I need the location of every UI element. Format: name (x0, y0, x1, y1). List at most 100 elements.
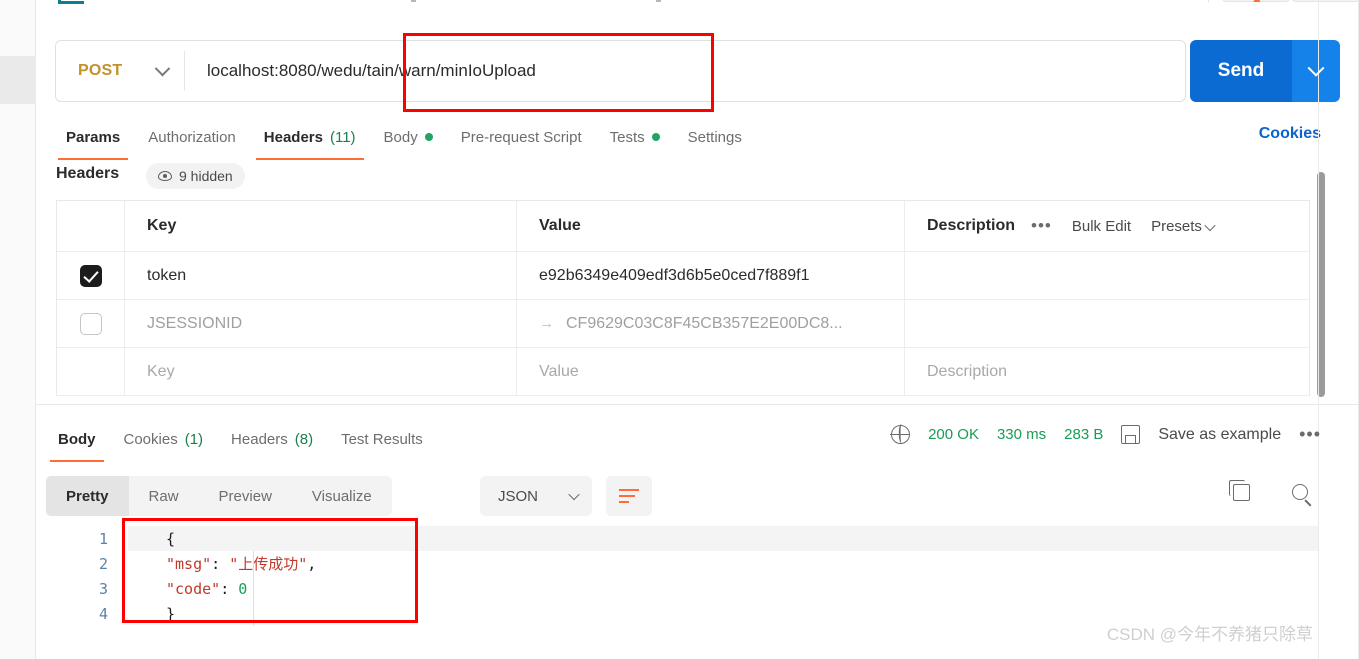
response-tab-headers[interactable]: Headers (8) (217, 422, 327, 456)
inherited-arrow-icon: → (539, 315, 554, 332)
save-as-example-button[interactable]: Save as example (1158, 426, 1281, 444)
format-tab-raw[interactable]: Raw (129, 476, 199, 516)
column-header-description-label: Description (927, 217, 1016, 234)
row-value-text: CF9629C03C8F45CB357E2E00DC8... (566, 314, 843, 332)
response-language-selector[interactable]: JSON (480, 476, 592, 516)
response-status: 200 OK (928, 426, 979, 443)
response-tab-cookies[interactable]: Cookies (1) (110, 422, 218, 456)
response-tab-test-results[interactable]: Test Results (327, 422, 437, 456)
tab-label: Cookies (123, 430, 178, 448)
row-description[interactable] (905, 300, 1309, 347)
row-checkbox-cell[interactable] (57, 252, 125, 299)
column-header-value: Value (517, 201, 905, 251)
format-tab-preview[interactable]: Preview (199, 476, 292, 516)
tab-settings[interactable]: Settings (674, 120, 756, 154)
tab-params[interactable]: Params (52, 120, 134, 160)
row-key-placeholder[interactable]: Key (125, 348, 517, 395)
tab-label: Authorization (148, 128, 236, 146)
toolbar-divider (1208, 0, 1209, 2)
tab-tests[interactable]: Tests (596, 120, 674, 154)
line-number: 3 (98, 579, 108, 598)
toolbar-dot-2 (656, 0, 661, 2)
tab-headers[interactable]: Headers (11) (250, 120, 370, 160)
code-line: { (128, 526, 1318, 551)
search-icon[interactable] (1292, 484, 1308, 500)
copy-icon[interactable] (1229, 480, 1250, 501)
tab-authorization[interactable]: Authorization (134, 120, 250, 154)
right-panel-border (1318, 0, 1319, 659)
response-tabs: Body Cookies (1) Headers (8) Test Result… (44, 422, 437, 462)
presets-label: Presets (1151, 217, 1202, 235)
bulk-edit-button[interactable]: Bulk Edit (1072, 218, 1131, 235)
table-header-row: Key Value Description ••• Bulk Edit Pres… (57, 201, 1309, 252)
hidden-headers-badge[interactable]: 9 hidden (146, 163, 245, 189)
format-tab-visualize[interactable]: Visualize (292, 476, 392, 516)
table-row[interactable]: JSESSIONID → CF9629C03C8F45CB357E2E00DC8… (57, 300, 1309, 348)
line-number: 1 (98, 529, 108, 548)
chevron-down-icon (1307, 59, 1325, 77)
presets-button[interactable]: Presets (1151, 217, 1216, 235)
line-number-gutter: 1 2 3 4 (36, 526, 128, 659)
tab-body[interactable]: Body (370, 120, 447, 154)
row-value-placeholder[interactable]: Value (517, 348, 905, 395)
back-arrow-icon[interactable] (58, 0, 84, 4)
row-checkbox[interactable] (79, 312, 102, 335)
header-checkbox-column (57, 201, 125, 251)
tab-label: Pre-request Script (460, 128, 582, 146)
status-dot-icon (651, 133, 660, 141)
send-options-button[interactable] (1292, 40, 1340, 102)
code-token-key: "code" (166, 579, 221, 598)
tab-count: (11) (329, 128, 356, 146)
http-method-label: POST (78, 62, 123, 79)
tab-label: Headers (263, 128, 323, 146)
http-method-selector[interactable]: POST (56, 41, 184, 101)
response-meta: 200 OK 330 ms 283 B Save as example ••• (890, 424, 1321, 445)
save-icon[interactable] (1121, 425, 1141, 444)
line-number: 4 (98, 604, 108, 623)
line-number: 2 (98, 554, 108, 573)
code-token-number: 0 (238, 579, 248, 598)
globe-icon[interactable] (890, 425, 911, 444)
code-token-punct: : (211, 554, 230, 573)
tab-label: Headers (231, 430, 288, 448)
row-checkbox[interactable] (79, 264, 102, 287)
url-bar: POST localhost:8080/wedu/tain/warn/minIo… (55, 40, 1186, 102)
tab-pre-request-script[interactable]: Pre-request Script (447, 120, 596, 154)
response-tab-body[interactable]: Body (44, 422, 110, 462)
response-time: 330 ms (996, 426, 1047, 443)
column-header-description: Description ••• Bulk Edit Presets (905, 201, 1309, 251)
row-key[interactable]: token (125, 252, 517, 299)
row-value[interactable]: → CF9629C03C8F45CB357E2E00DC8... (517, 300, 905, 347)
tab-label: Tests (609, 128, 645, 146)
pane-divider[interactable] (36, 404, 1359, 405)
table-row[interactable]: token e92b6349e409edf3d6b5e0ced7f889f1 (57, 252, 1309, 300)
more-options-icon[interactable]: ••• (1299, 424, 1321, 445)
more-options-icon[interactable]: ••• (1031, 216, 1052, 236)
cookies-link[interactable]: Cookies (1259, 125, 1321, 143)
row-description[interactable] (905, 252, 1309, 299)
code-token-string: "上传成功" (229, 555, 308, 573)
watermark: CSDN @今年不养猪只除草 (1106, 625, 1313, 644)
format-tab-pretty[interactable]: Pretty (46, 476, 129, 516)
wrap-lines-button[interactable] (606, 476, 652, 516)
row-value[interactable]: e92b6349e409edf3d6b5e0ced7f889f1 (517, 252, 905, 299)
toolbar-button-right[interactable] (1292, 0, 1359, 2)
row-checkbox-cell[interactable] (57, 300, 125, 347)
row-description-placeholder[interactable]: Description (905, 348, 1309, 395)
chevron-down-icon (568, 488, 580, 501)
sidebar-active-indicator[interactable] (0, 56, 36, 104)
status-dot-icon (424, 133, 433, 141)
clipped-top-toolbar: ▲ (36, 0, 1359, 22)
tab-label: Test Results (341, 430, 423, 448)
url-input[interactable]: localhost:8080/wedu/tain/warn/minIoUploa… (185, 61, 1185, 81)
url-input-group[interactable]: POST localhost:8080/wedu/tain/warn/minIo… (55, 40, 1186, 102)
code-token: } (166, 604, 176, 623)
table-tools: ••• Bulk Edit Presets (1015, 216, 1216, 236)
column-header-key: Key (125, 201, 517, 251)
code-token: { (166, 529, 176, 548)
table-row-empty[interactable]: Key Value Description (57, 348, 1309, 396)
headers-section-label: Headers (56, 165, 120, 182)
tab-label: Settings (687, 128, 742, 146)
row-key[interactable]: JSESSIONID (125, 300, 517, 347)
send-button[interactable]: Send (1190, 40, 1292, 102)
